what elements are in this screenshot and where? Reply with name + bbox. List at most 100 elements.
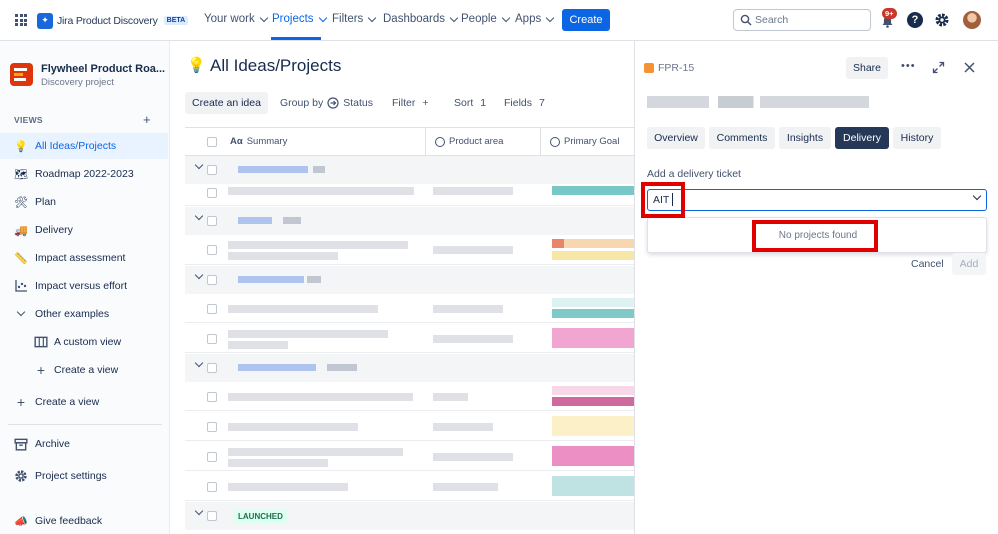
- sidebar-item-plan[interactable]: 🛠 Plan: [0, 189, 168, 215]
- group-header[interactable]: [185, 156, 634, 184]
- delivery-ticket-input[interactable]: AIT: [647, 189, 987, 211]
- group-header[interactable]: LAUNCHED: [185, 502, 634, 530]
- group-header[interactable]: [185, 266, 634, 294]
- nav-people[interactable]: People: [461, 13, 511, 25]
- filter-button[interactable]: Filter +: [392, 97, 428, 109]
- nav-your-work[interactable]: Your work: [204, 13, 268, 25]
- group-header[interactable]: [185, 354, 634, 382]
- row-checkbox[interactable]: [207, 452, 217, 462]
- nav-dashboards[interactable]: Dashboards: [383, 13, 459, 25]
- table-row[interactable]: [185, 412, 634, 441]
- product-name: Jira Product Discovery: [57, 14, 158, 27]
- row-checkbox[interactable]: [207, 188, 217, 198]
- project-avatar[interactable]: [10, 63, 33, 86]
- sidebar-item-impact-assessment[interactable]: 📏 Impact assessment: [0, 245, 168, 271]
- table-row[interactable]: [185, 472, 634, 501]
- sidebar-item-create-view-nested[interactable]: + Create a view: [0, 357, 168, 383]
- group-checkbox[interactable]: [207, 216, 217, 226]
- table-row[interactable]: [185, 184, 634, 206]
- row-checkbox[interactable]: [207, 482, 217, 492]
- main-content: 💡 All Ideas/Projects Create an idea Grou…: [170, 41, 634, 534]
- page-title[interactable]: All Ideas/Projects: [210, 56, 341, 76]
- avatar[interactable]: [963, 11, 981, 29]
- nav-apps[interactable]: Apps: [515, 13, 555, 25]
- cancel-button[interactable]: Cancel: [911, 258, 944, 270]
- status-lozenge: [238, 364, 316, 371]
- more-actions-button[interactable]: •••: [901, 60, 916, 72]
- group-checkbox[interactable]: [207, 511, 217, 521]
- fields-count: 7: [539, 97, 545, 109]
- product-logo[interactable]: ✦ Jira Product Discovery BETA: [37, 12, 189, 29]
- row-checkbox[interactable]: [207, 334, 217, 344]
- annotation-highlight-no-results: [752, 220, 878, 252]
- create-button[interactable]: Create: [562, 9, 610, 31]
- status-lozenge: [238, 217, 272, 224]
- expand-icon[interactable]: [932, 61, 945, 74]
- sidebar-item-impact-vs-effort[interactable]: Impact versus effort: [0, 273, 168, 299]
- row-checkbox[interactable]: [207, 422, 217, 432]
- table-row[interactable]: [185, 442, 634, 471]
- sidebar-item-label: Delivery: [35, 224, 73, 236]
- sidebar-item-custom-view[interactable]: A custom view: [0, 329, 168, 355]
- nav-filters[interactable]: Filters: [332, 13, 377, 25]
- nav-projects[interactable]: Projects: [272, 13, 327, 25]
- row-checkbox[interactable]: [207, 392, 217, 402]
- sort-button[interactable]: Sort 1: [454, 97, 486, 109]
- select-all-checkbox[interactable]: [207, 137, 217, 147]
- chevron-down-icon[interactable]: [972, 191, 982, 201]
- app-switcher-icon[interactable]: [15, 14, 27, 26]
- table-row[interactable]: [185, 324, 634, 353]
- group-checkbox[interactable]: [207, 363, 217, 373]
- chevron-down-icon: [368, 13, 377, 22]
- megaphone-icon: 📣: [14, 515, 28, 528]
- table-row[interactable]: [185, 382, 634, 411]
- fields-button[interactable]: Fields 7: [504, 97, 545, 109]
- idea-title-blurred[interactable]: [647, 96, 869, 108]
- table-row[interactable]: [185, 294, 634, 323]
- idea-type-icon: [644, 63, 654, 73]
- create-idea-button[interactable]: Create an idea: [185, 92, 268, 114]
- column-header-primary-goal[interactable]: Primary Goal: [550, 136, 619, 147]
- group-by-button[interactable]: Group by Status: [280, 97, 373, 109]
- group-header[interactable]: [185, 207, 634, 235]
- sidebar-item-give-feedback[interactable]: 📣 Give feedback: [0, 508, 168, 534]
- search-input[interactable]: Search: [733, 9, 871, 31]
- row-summary: [228, 305, 378, 313]
- add-button[interactable]: Add: [952, 253, 986, 275]
- tab-comments[interactable]: Comments: [709, 127, 775, 149]
- sidebar-item-roadmap[interactable]: 🗺 Roadmap 2022-2023: [0, 161, 168, 187]
- plus-icon: +: [16, 394, 26, 410]
- row-primary-goal: [552, 186, 634, 195]
- add-view-button[interactable]: +: [143, 112, 151, 127]
- row-checkbox[interactable]: [207, 304, 217, 314]
- sidebar-item-archive[interactable]: Archive: [0, 431, 168, 457]
- table-body: LAUNCHED: [185, 156, 634, 534]
- sidebar-item-create-view[interactable]: + Create a view: [0, 389, 168, 415]
- project-name[interactable]: Flywheel Product Roa...: [41, 63, 165, 75]
- column-header-product-area[interactable]: Product area: [435, 136, 503, 147]
- help-icon[interactable]: ?: [907, 12, 923, 28]
- issue-key[interactable]: FPR-15: [644, 62, 694, 74]
- row-summary: [228, 483, 348, 491]
- group-checkbox[interactable]: [207, 165, 217, 175]
- sidebar-item-other-examples[interactable]: Other examples: [0, 301, 168, 327]
- gear-icon[interactable]: [934, 12, 950, 28]
- row-checkbox[interactable]: [207, 245, 217, 255]
- group-checkbox[interactable]: [207, 275, 217, 285]
- tab-delivery[interactable]: Delivery: [835, 127, 889, 149]
- sidebar-item-delivery[interactable]: 🚚 Delivery: [0, 217, 168, 243]
- column-header-summary[interactable]: Aα Summary: [230, 136, 287, 147]
- tab-overview[interactable]: Overview: [647, 127, 705, 149]
- tab-history[interactable]: History: [893, 127, 941, 149]
- row-primary-goal: [552, 416, 634, 436]
- row-summary: [228, 241, 408, 249]
- table-row[interactable]: [185, 235, 634, 265]
- share-button[interactable]: Share: [846, 57, 888, 79]
- tab-insights[interactable]: Insights: [779, 127, 831, 149]
- sidebar-item-project-settings[interactable]: Project settings: [0, 463, 168, 489]
- plus-icon: +: [36, 362, 46, 378]
- close-icon[interactable]: [963, 61, 976, 74]
- notifications-button[interactable]: 9+: [879, 8, 897, 29]
- chevron-down-icon: [194, 270, 204, 280]
- sidebar-item-all-ideas[interactable]: 💡 All Ideas/Projects: [0, 133, 168, 159]
